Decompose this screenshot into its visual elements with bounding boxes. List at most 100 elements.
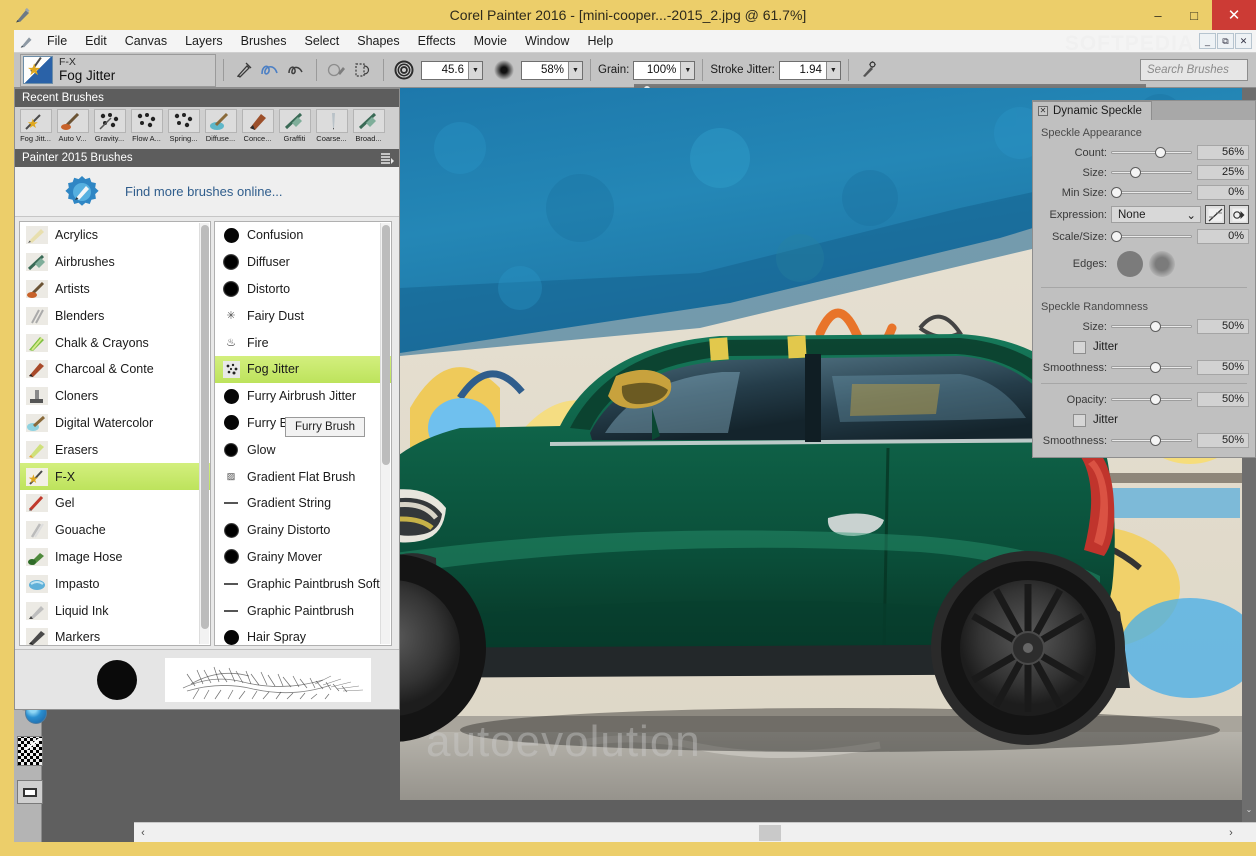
category-row-gouache[interactable]: Gouache xyxy=(20,517,210,544)
brush-size-field[interactable]: ▼ xyxy=(421,60,483,80)
recent-brush-item[interactable]: Gravity... xyxy=(91,109,128,143)
recent-brush-item[interactable]: Graffiti xyxy=(276,109,313,143)
brush-opacity-input[interactable] xyxy=(522,61,568,79)
checkbox-icon[interactable] xyxy=(1073,340,1086,354)
soft-edge-dab-icon[interactable] xyxy=(1149,251,1175,277)
variant-row-confusion[interactable]: Confusion xyxy=(215,222,391,249)
menu-shapes[interactable]: Shapes xyxy=(348,30,408,53)
freehand-stroke-icon[interactable] xyxy=(257,57,283,83)
recent-brush-item[interactable]: Spring... xyxy=(165,109,202,143)
randomness-smoothness-slider[interactable] xyxy=(1111,361,1192,375)
category-row-acrylics[interactable]: Acrylics xyxy=(20,222,210,249)
category-row-artists[interactable]: Artists xyxy=(20,276,210,303)
dab-preview-icon[interactable] xyxy=(350,57,376,83)
randomness-size-value[interactable]: 50% xyxy=(1197,319,1249,334)
hard-edge-dab-icon[interactable] xyxy=(1117,251,1143,277)
variant-row-graphic-paintbrush[interactable]: Graphic Paintbrush xyxy=(215,597,391,624)
tab-dynamic-speckle[interactable]: ✕ Dynamic Speckle xyxy=(1033,101,1152,120)
variant-row-hair-spray[interactable]: Hair Spray xyxy=(215,624,391,645)
stroke-jitter-input[interactable] xyxy=(779,61,826,79)
doc-close-button[interactable]: ✕ xyxy=(1235,33,1252,49)
scroll-thumb[interactable] xyxy=(201,225,209,629)
scroll-left-arrow[interactable]: ‹ xyxy=(134,823,152,843)
variant-row-gradient-string[interactable]: Gradient String xyxy=(215,490,391,517)
min-size-value[interactable]: 0% xyxy=(1197,185,1249,200)
category-row-blenders[interactable]: Blenders xyxy=(20,302,210,329)
chevron-down-icon[interactable]: ▼ xyxy=(568,61,582,79)
variant-row-grainy-mover[interactable]: Grainy Mover xyxy=(215,544,391,571)
panel-menu-icon[interactable] xyxy=(380,152,394,165)
category-row-gel[interactable]: Gel xyxy=(20,490,210,517)
scroll-thumb[interactable] xyxy=(759,825,781,841)
brush-tool-icon[interactable] xyxy=(231,57,257,83)
menu-edit[interactable]: Edit xyxy=(76,30,116,53)
recent-brush-item[interactable]: ★ Fog Jitt... xyxy=(17,109,54,143)
brush-opacity-field[interactable]: ▼ xyxy=(521,60,583,80)
doc-restore-button[interactable]: ⧉ xyxy=(1217,33,1234,49)
variant-row-distorto[interactable]: Distorto xyxy=(215,276,391,303)
grain-input[interactable] xyxy=(634,61,681,79)
pattern-media-swatch[interactable] xyxy=(17,780,43,804)
current-brush-selector[interactable]: ★ F-X Fog Jitter xyxy=(20,53,216,87)
variant-row-gradient-flat-brush[interactable]: ▨ Gradient Flat Brush xyxy=(215,463,391,490)
min-size-slider[interactable] xyxy=(1111,186,1192,200)
maximize-button[interactable]: □ xyxy=(1176,0,1212,30)
randomness-smoothness-value[interactable]: 50% xyxy=(1197,360,1249,375)
scale-size-value[interactable]: 0% xyxy=(1197,229,1249,244)
brush-size-input[interactable] xyxy=(422,61,468,79)
count-slider[interactable] xyxy=(1111,146,1192,160)
opacity-slider[interactable] xyxy=(1111,393,1192,407)
recent-brush-item[interactable]: Broad... xyxy=(350,109,387,143)
category-list-scrollbar[interactable] xyxy=(199,223,209,644)
close-icon[interactable]: ✕ xyxy=(1038,106,1048,116)
scale-size-slider[interactable] xyxy=(1111,230,1192,244)
stroke-jitter-field[interactable]: ▼ xyxy=(778,60,841,80)
variant-list-scrollbar[interactable] xyxy=(380,223,390,644)
recent-brush-item[interactable]: Coarse... xyxy=(313,109,350,143)
recent-brush-item[interactable]: Conce... xyxy=(239,109,276,143)
chevron-down-icon[interactable]: ▼ xyxy=(825,61,840,79)
search-brushes-input[interactable]: Search Brushes xyxy=(1140,59,1248,81)
expression-direction-icon[interactable] xyxy=(1229,205,1249,224)
chevron-down-icon[interactable]: ⌄ xyxy=(1242,802,1256,816)
recent-brush-item[interactable]: Diffuse... xyxy=(202,109,239,143)
category-row-digital-watercolor[interactable]: Digital Watercolor xyxy=(20,410,210,437)
opacity-smoothness-value[interactable]: 50% xyxy=(1197,433,1249,448)
recent-brush-item[interactable]: Auto V... xyxy=(54,109,91,143)
variant-row-grainy-distorto[interactable]: Grainy Distorto xyxy=(215,517,391,544)
category-row-image-hose[interactable]: Image Hose xyxy=(20,544,210,571)
doc-minimize-button[interactable]: _ xyxy=(1199,33,1216,49)
scroll-right-arrow[interactable]: › xyxy=(1222,823,1240,843)
category-row-chalk-crayons[interactable]: Chalk & Crayons xyxy=(20,329,210,356)
opacity-jitter-checkbox-row[interactable]: Jitter xyxy=(1033,410,1255,430)
category-row-impasto[interactable]: Impasto xyxy=(20,570,210,597)
variant-row-diffuser[interactable]: Diffuser xyxy=(215,249,391,276)
randomness-size-jitter-checkbox-row[interactable]: Jitter xyxy=(1033,337,1255,357)
variant-row-glow[interactable]: Glow xyxy=(215,436,391,463)
menu-canvas[interactable]: Canvas xyxy=(116,30,176,53)
menu-brushes[interactable]: Brushes xyxy=(232,30,296,53)
count-value[interactable]: 56% xyxy=(1197,145,1249,160)
category-row-airbrushes[interactable]: Airbrushes xyxy=(20,249,210,276)
minimize-button[interactable]: – xyxy=(1140,0,1176,30)
variant-row-fairy-dust[interactable]: ✳ Fairy Dust xyxy=(215,302,391,329)
randomness-size-slider[interactable] xyxy=(1111,320,1192,334)
expression-curve-icon[interactable] xyxy=(1205,205,1225,224)
straight-line-stroke-icon[interactable] xyxy=(283,57,309,83)
recent-brush-item[interactable]: Flow A... xyxy=(128,109,165,143)
find-more-brushes-row[interactable]: Find more brushes online... xyxy=(15,167,399,217)
brush-controls-icon[interactable] xyxy=(856,57,882,83)
chevron-down-icon[interactable]: ▼ xyxy=(468,61,482,79)
variant-row-furry-airbrush-jitter[interactable]: Furry Airbrush Jitter xyxy=(215,383,391,410)
category-row-charcoal-conte[interactable]: Charcoal & Conte xyxy=(20,356,210,383)
category-row-erasers[interactable]: Erasers xyxy=(20,436,210,463)
grain-field[interactable]: ▼ xyxy=(633,60,696,80)
clone-color-icon[interactable] xyxy=(324,57,350,83)
category-row-markers[interactable]: Markers xyxy=(20,624,210,645)
close-button[interactable]: ✕ xyxy=(1212,0,1256,30)
menu-window[interactable]: Window xyxy=(516,30,578,53)
document-horizontal-scrollbar[interactable]: ‹ › xyxy=(134,822,1256,842)
size-slider[interactable] xyxy=(1111,166,1192,180)
brush-category-list[interactable]: Acrylics Airbrushes Artists Blenders Cha… xyxy=(19,221,211,646)
category-row-fx[interactable]: ★ F-X xyxy=(20,463,210,490)
